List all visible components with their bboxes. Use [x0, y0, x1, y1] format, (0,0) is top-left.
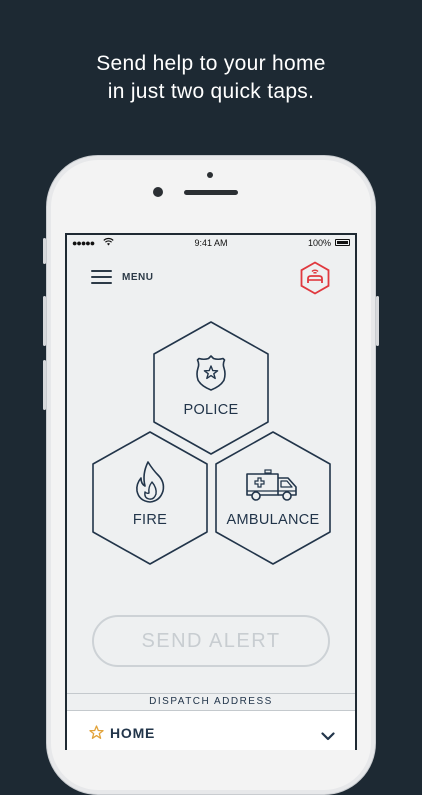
phone-camera — [153, 187, 163, 197]
menu-label: MENU — [122, 271, 154, 283]
dispatch-address-header: DISPATCH ADDRESS — [67, 693, 355, 711]
phone-sensor — [207, 172, 213, 178]
hamburger-icon — [91, 270, 112, 284]
status-bar: ●●●●● 9:41 AM 100% — [67, 235, 355, 251]
selected-address: HOME — [110, 725, 156, 741]
phone-volume-up — [43, 296, 46, 346]
chevron-down-icon[interactable] — [321, 728, 335, 746]
address-selector[interactable]: HOME — [67, 711, 355, 750]
phone-power-button — [376, 296, 379, 346]
send-alert-button[interactable]: SEND ALERT — [92, 615, 330, 667]
shield-car-logo-icon[interactable] — [298, 261, 332, 295]
phone-volume-down — [43, 360, 46, 410]
battery-icon — [335, 239, 350, 246]
promo-line-1: Send help to your home — [96, 52, 326, 75]
promo-line-2: in just two quick taps. — [107, 80, 315, 103]
battery-percent: 100% — [307, 238, 331, 248]
star-icon — [89, 725, 104, 745]
ambulance-button[interactable]: AMBULANCE — [213, 430, 333, 567]
fire-label: FIRE — [132, 512, 168, 528]
phone-speaker — [184, 190, 238, 195]
ambulance-label: AMBULANCE — [226, 512, 320, 528]
menu-button[interactable]: MENU — [91, 267, 153, 287]
fire-button[interactable]: FIRE — [90, 430, 210, 567]
police-label: POLICE — [183, 402, 239, 418]
promo-headline: Send help to your home in just two quick… — [0, 50, 422, 106]
phone-mute-switch — [43, 238, 46, 264]
app-screen: ●●●●● 9:41 AM 100% MENU POLICE FIRE AMBU… — [65, 233, 357, 750]
